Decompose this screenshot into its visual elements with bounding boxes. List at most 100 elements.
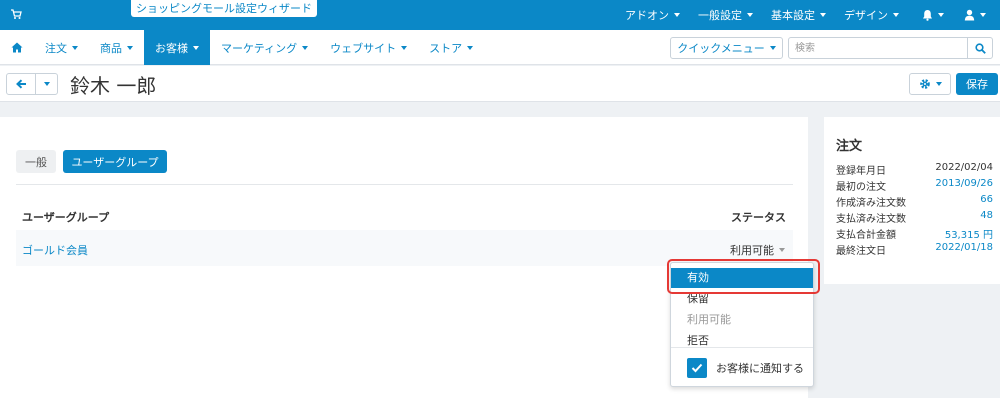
status-option-available: 利用可能 [687,313,731,326]
settings-button[interactable] [909,73,951,95]
nav-label: 商品 [100,41,122,55]
bell-icon [923,10,932,21]
back-button-group [6,73,58,95]
arrow-left-icon [15,79,26,89]
chevron-down-icon [938,13,944,17]
nav-label: ストア [429,41,463,55]
chevron-down-icon [820,13,826,17]
stat-label: 支払合計金額 [836,230,896,241]
back-history-dropdown[interactable] [36,74,57,94]
dropdown-divider [671,347,813,348]
home-icon [11,42,23,53]
chevron-down-icon [674,13,680,17]
nav-products[interactable]: 商品 [89,30,144,65]
stat-row: 支払合計金額 53,315 円 [836,226,993,242]
nav-orders[interactable]: 注文 [34,30,89,65]
nav-home[interactable] [0,30,34,65]
chevron-down-icon [467,45,474,50]
chevron-down-icon [893,13,899,17]
quick-menu-label: クイックメニュー [677,42,765,55]
page-title: 鈴木 一郎 [70,74,157,98]
notifications-menu[interactable] [908,9,954,21]
top-bar: ショッピングモール設定ウィザード アドオン 一般設定 基本設定 デザイン [0,0,1000,30]
search-icon [974,42,986,54]
search-input[interactable] [788,37,968,59]
setup-wizard-link[interactable]: ショッピングモール設定ウィザード [131,0,317,17]
main-nav: 注文 商品 お客様 マーケティング ウェブサイト ストア クイックメニュー [0,30,1000,65]
stat-value: 2022/02/04 [935,162,993,173]
search-button[interactable] [967,37,993,59]
status-option-active[interactable]: 有効 [671,268,813,288]
status-dropdown-menu: 有効 保留 利用可能 拒否 お客様に通知する [670,262,814,387]
chevron-down-icon [401,45,408,50]
user-menu[interactable] [954,9,990,21]
chevron-down-icon [935,82,942,86]
top-menu: アドオン 一般設定 基本設定 デザイン [616,0,990,30]
stat-value-link[interactable]: 2013/09/26 [935,178,993,194]
chevron-down-icon [127,45,133,50]
nav-label: ウェブサイト [330,41,397,55]
chevron-down-icon [779,248,785,252]
top-menu-general-settings[interactable]: 一般設定 [689,7,762,23]
chevron-down-icon [302,45,309,50]
checkbox[interactable] [687,358,707,378]
top-menu-design[interactable]: デザイン [835,7,908,23]
stat-value-link[interactable]: 53,315 円 [945,226,993,242]
top-menu-label: 一般設定 [698,9,742,22]
column-header-status: ステータス [731,211,786,224]
chevron-down-icon [980,13,986,17]
orders-summary-title: 注文 [836,139,863,154]
stat-label: 最終注文日 [836,246,886,257]
stat-row: 最終注文日 2022/01/18 [836,242,993,258]
nav-label: 注文 [45,41,67,55]
nav-customers[interactable]: お客様 [144,30,210,65]
stat-label: 登録年月日 [836,166,886,177]
nav-store[interactable]: ストア [418,30,484,65]
chevron-down-icon [72,45,78,50]
stat-label: 最初の注文 [836,182,886,193]
status-option-pending[interactable]: 保留 [671,289,813,309]
save-button[interactable]: 保存 [956,73,998,95]
nav-items: 注文 商品 お客様 マーケティング ウェブサイト ストア [0,30,484,65]
status-value: 利用可能 [730,244,774,257]
checkmark-icon [691,363,703,373]
stat-value-link[interactable]: 2022/01/18 [935,242,993,258]
quick-menu-button[interactable]: クイックメニュー [670,37,783,59]
top-menu-label: アドオン [625,9,669,22]
stat-row: 最初の注文 2013/09/26 [836,178,993,194]
chevron-down-icon [193,45,199,50]
nav-marketing[interactable]: マーケティング [210,30,319,65]
user-icon [964,9,975,21]
gear-icon [919,79,930,89]
tab-general[interactable]: 一般 [16,150,56,173]
chevron-down-icon [769,46,776,50]
chevron-down-icon [43,82,50,86]
tab-user-groups[interactable]: ユーザーグループ [63,150,167,173]
stat-label: 作成済み注文数 [836,198,906,209]
stat-value-link[interactable]: 48 [980,210,993,226]
stat-label: 支払済み注文数 [836,214,906,225]
status-dropdown[interactable]: 利用可能 [730,242,785,258]
top-menu-basic-settings[interactable]: 基本設定 [762,7,835,23]
title-bar: 鈴木 一郎 保存 [0,66,1000,102]
stat-value-link[interactable]: 66 [980,194,993,210]
back-button[interactable] [7,74,36,94]
stat-row: 支払済み注文数 48 [836,210,993,226]
top-menu-addons[interactable]: アドオン [616,7,689,23]
stat-row: 登録年月日 2022/02/04 [836,162,993,178]
top-menu-label: 基本設定 [771,9,815,22]
top-menu-label: デザイン [844,9,888,22]
table-row: ゴールド会員 利用可能 [16,230,793,266]
user-group-link[interactable]: ゴールド会員 [22,242,88,258]
tab-divider [16,184,793,185]
status-option-declined[interactable]: 拒否 [671,331,813,351]
nav-label: マーケティング [221,41,298,55]
nav-website[interactable]: ウェブサイト [319,30,418,65]
notify-customer-checkbox[interactable]: お客様に通知する [687,358,804,378]
chevron-down-icon [747,13,753,17]
orders-summary-panel: 注文 登録年月日 2022/02/04 最初の注文 2013/09/26 作成済み注… [824,117,1000,284]
cart-icon[interactable] [10,8,22,20]
column-header-user-group: ユーザーグループ [22,211,110,224]
nav-label: お客様 [155,41,188,55]
notify-customer-label: お客様に通知する [716,362,804,375]
